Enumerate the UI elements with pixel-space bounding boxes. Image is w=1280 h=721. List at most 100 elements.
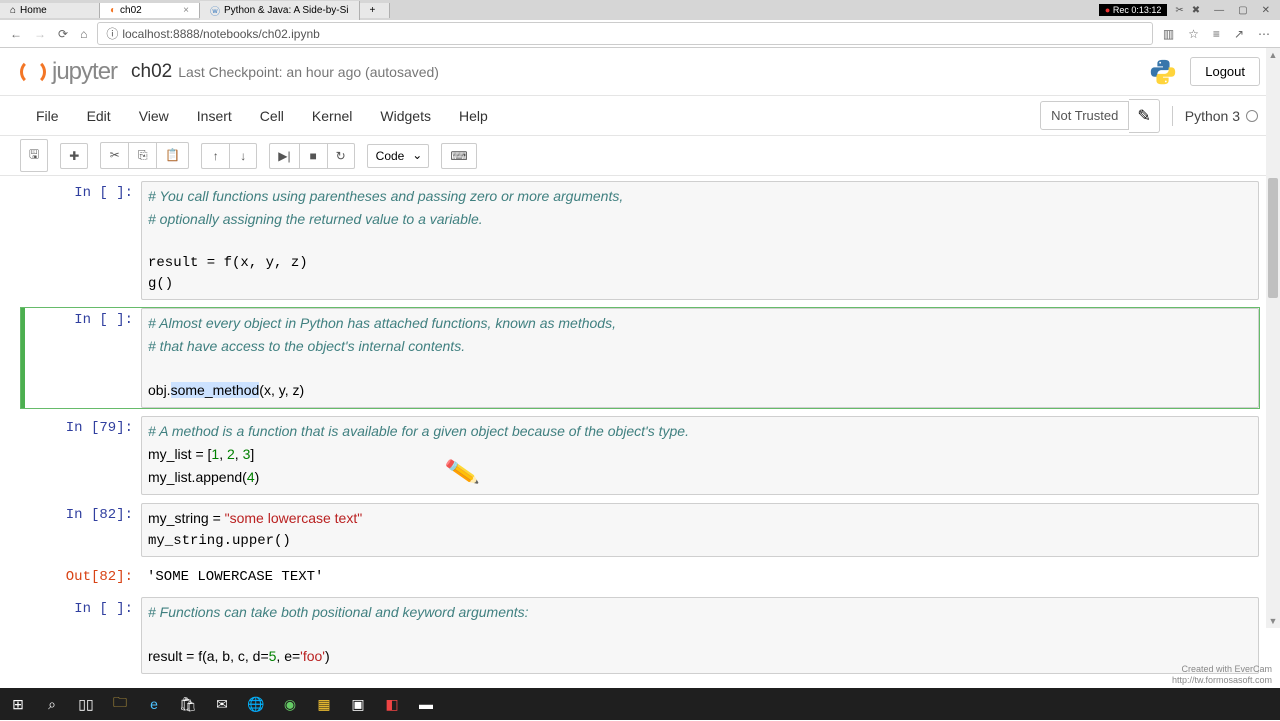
task-view-icon[interactable]: ▯▯ bbox=[74, 693, 98, 715]
app-icon[interactable]: ◧ bbox=[380, 693, 404, 715]
cell-input-prompt: In [79]: bbox=[21, 416, 141, 495]
close-window-icon[interactable]: ✕ bbox=[1262, 5, 1270, 16]
notebook-cell[interactable]: In [79]:# A method is a function that is… bbox=[20, 415, 1260, 496]
cell-input-prompt: In [ ]: bbox=[25, 308, 141, 408]
recording-indicator: ● Rec 0:13:12 bbox=[1099, 4, 1168, 16]
restart-button[interactable]: ↻ bbox=[327, 143, 355, 169]
menu-widgets[interactable]: Widgets bbox=[366, 102, 445, 130]
tab-label: Python & Java: A Side-by-Si bbox=[224, 5, 349, 16]
paste-button[interactable]: 📋 bbox=[156, 142, 189, 169]
cell-input[interactable]: # Almost every object in Python has atta… bbox=[141, 308, 1259, 408]
menubar: File Edit View Insert Cell Kernel Widget… bbox=[0, 96, 1280, 136]
scroll-up-icon[interactable]: ▲ bbox=[1266, 50, 1280, 60]
tab-label: ch02 bbox=[120, 5, 142, 16]
app-icon[interactable]: ▦ bbox=[312, 693, 336, 715]
cell-input[interactable]: # You call functions using parentheses a… bbox=[141, 181, 1259, 300]
cell-input-prompt: In [ ]: bbox=[21, 181, 141, 300]
checkpoint-status: Last Checkpoint: an hour ago (autosaved) bbox=[178, 64, 439, 80]
cell-input[interactable]: # Functions can take both positional and… bbox=[141, 597, 1259, 674]
menu-cell[interactable]: Cell bbox=[246, 102, 298, 130]
menu-file[interactable]: File bbox=[22, 102, 73, 130]
menu-insert[interactable]: Insert bbox=[183, 102, 246, 130]
more-icon[interactable]: ⋯ bbox=[1258, 27, 1270, 41]
scrollbar-thumb[interactable] bbox=[1268, 178, 1278, 298]
new-tab-button[interactable]: + bbox=[360, 3, 390, 18]
cut-button[interactable]: ✂ bbox=[100, 142, 128, 169]
address-bar: ← → ⟳ ⌂ ⓘ localhost:8888/notebooks/ch02.… bbox=[0, 20, 1280, 48]
run-button[interactable]: ▶| bbox=[269, 143, 298, 169]
move-down-button[interactable]: ↓ bbox=[229, 143, 257, 169]
jupyter-logo-icon bbox=[20, 59, 46, 85]
url-input[interactable]: ⓘ localhost:8888/notebooks/ch02.ipynb bbox=[97, 22, 1153, 45]
tab-label: Home bbox=[20, 5, 47, 16]
command-palette-button[interactable]: ⌨ bbox=[441, 143, 476, 169]
cell-type-select[interactable]: Code bbox=[367, 144, 430, 168]
browser-tab-ch02[interactable]: ◐ ch02 × bbox=[100, 3, 200, 18]
search-icon[interactable]: ⌕ bbox=[40, 693, 64, 715]
chrome-icon[interactable]: 🌐 bbox=[244, 693, 268, 715]
start-button[interactable]: ⊞ bbox=[6, 693, 30, 715]
logout-button[interactable]: Logout bbox=[1190, 57, 1260, 86]
rec-tool-icon[interactable]: ✖ bbox=[1188, 5, 1204, 16]
cell-input[interactable]: # A method is a function that is availab… bbox=[141, 416, 1259, 495]
windows-taskbar: ⊞ ⌕ ▯▯ 🗀 e 🛍 ✉ 🌐 ◉ ▦ ▣ ◧ ▬ bbox=[0, 688, 1280, 720]
reading-list-icon[interactable]: ≡ bbox=[1213, 27, 1220, 41]
notebook-cell[interactable]: In [82]:my_string = "some lowercase text… bbox=[20, 502, 1260, 558]
move-up-button[interactable]: ↑ bbox=[201, 143, 229, 169]
close-tab-icon[interactable]: × bbox=[183, 5, 189, 16]
menu-help[interactable]: Help bbox=[445, 102, 502, 130]
trust-indicator[interactable]: Not Trusted bbox=[1040, 101, 1129, 130]
store-icon[interactable]: 🛍 bbox=[176, 693, 200, 715]
copy-button[interactable]: ⎘ bbox=[128, 142, 156, 169]
notebook-title[interactable]: ch02 bbox=[131, 61, 172, 83]
vertical-scrollbar[interactable]: ▲ ▼ bbox=[1266, 48, 1280, 628]
menu-view[interactable]: View bbox=[125, 102, 183, 130]
minimize-icon[interactable]: — bbox=[1214, 5, 1224, 16]
browser-tab-python-java[interactable]: ⓦ Python & Java: A Side-by-Si bbox=[200, 1, 360, 20]
watermark: Created with EverCam http://tw.formosaso… bbox=[1172, 664, 1272, 686]
stop-button[interactable]: ■ bbox=[299, 143, 327, 169]
reader-icon[interactable]: ▥ bbox=[1163, 27, 1174, 41]
notebook-area[interactable]: In [ ]:# You call functions using parent… bbox=[0, 176, 1280, 721]
cursor-pencil-icon: ✏️ bbox=[444, 454, 481, 490]
favorite-icon[interactable]: ☆ bbox=[1188, 27, 1199, 41]
toolbar: 🖫 ✚ ✂ ⎘ 📋 ↑ ↓ ▶| ■ ↻ Code ⌨ bbox=[0, 136, 1280, 176]
menu-kernel[interactable]: Kernel bbox=[298, 102, 366, 130]
edit-trust-button[interactable]: ✎ bbox=[1129, 99, 1159, 133]
cell-input-prompt: In [ ]: bbox=[21, 597, 141, 674]
notebook-cell[interactable]: In [ ]:# Functions can take both positio… bbox=[20, 596, 1260, 675]
maximize-icon[interactable]: ▢ bbox=[1238, 5, 1247, 16]
edge-icon[interactable]: e bbox=[142, 693, 166, 715]
app-icon[interactable]: ◉ bbox=[278, 693, 302, 715]
cell-input[interactable]: my_string = "some lowercase text" my_str… bbox=[141, 503, 1259, 557]
mail-icon[interactable]: ✉ bbox=[210, 693, 234, 715]
notebook-cell[interactable]: In [ ]:# You call functions using parent… bbox=[20, 180, 1260, 301]
jupyter-header: jupyter ch02 Last Checkpoint: an hour ag… bbox=[0, 48, 1280, 96]
kernel-indicator[interactable]: Python 3 bbox=[1172, 106, 1258, 126]
app-icon[interactable]: ▣ bbox=[346, 693, 370, 715]
wordpress-icon: ⓦ bbox=[210, 3, 220, 18]
cell-output-prompt: Out[82]: bbox=[21, 565, 141, 589]
share-icon[interactable]: ↗ bbox=[1234, 27, 1244, 41]
save-button[interactable]: 🖫 bbox=[20, 139, 48, 172]
browser-tab-home[interactable]: ⌂ Home bbox=[0, 3, 100, 18]
jupyter-logo[interactable]: jupyter bbox=[20, 58, 117, 86]
notebook-cell[interactable]: In [ ]:# Almost every object in Python h… bbox=[20, 307, 1260, 409]
back-icon[interactable]: ← bbox=[10, 27, 22, 41]
add-cell-button[interactable]: ✚ bbox=[60, 143, 88, 169]
jupyter-logo-text: jupyter bbox=[52, 58, 117, 86]
refresh-icon[interactable]: ⟳ bbox=[58, 27, 68, 41]
file-explorer-icon[interactable]: 🗀 bbox=[108, 693, 132, 715]
home-icon[interactable]: ⌂ bbox=[80, 27, 87, 41]
scroll-down-icon[interactable]: ▼ bbox=[1266, 616, 1280, 626]
rec-tool-icon[interactable]: ✂ bbox=[1171, 5, 1187, 16]
cell-input-prompt: In [82]: bbox=[21, 503, 141, 557]
kernel-status-icon bbox=[1246, 110, 1258, 122]
browser-tab-strip: ⌂ Home ◐ ch02 × ⓦ Python & Java: A Side-… bbox=[0, 0, 1280, 20]
terminal-icon[interactable]: ▬ bbox=[414, 693, 438, 715]
menu-edit[interactable]: Edit bbox=[73, 102, 125, 130]
notebook-cell[interactable]: Out[82]:'SOME LOWERCASE TEXT' bbox=[20, 564, 1260, 590]
jupyter-icon: ◐ bbox=[110, 5, 116, 16]
cell-output: 'SOME LOWERCASE TEXT' bbox=[141, 565, 1259, 589]
info-icon[interactable]: ⓘ bbox=[106, 25, 118, 42]
